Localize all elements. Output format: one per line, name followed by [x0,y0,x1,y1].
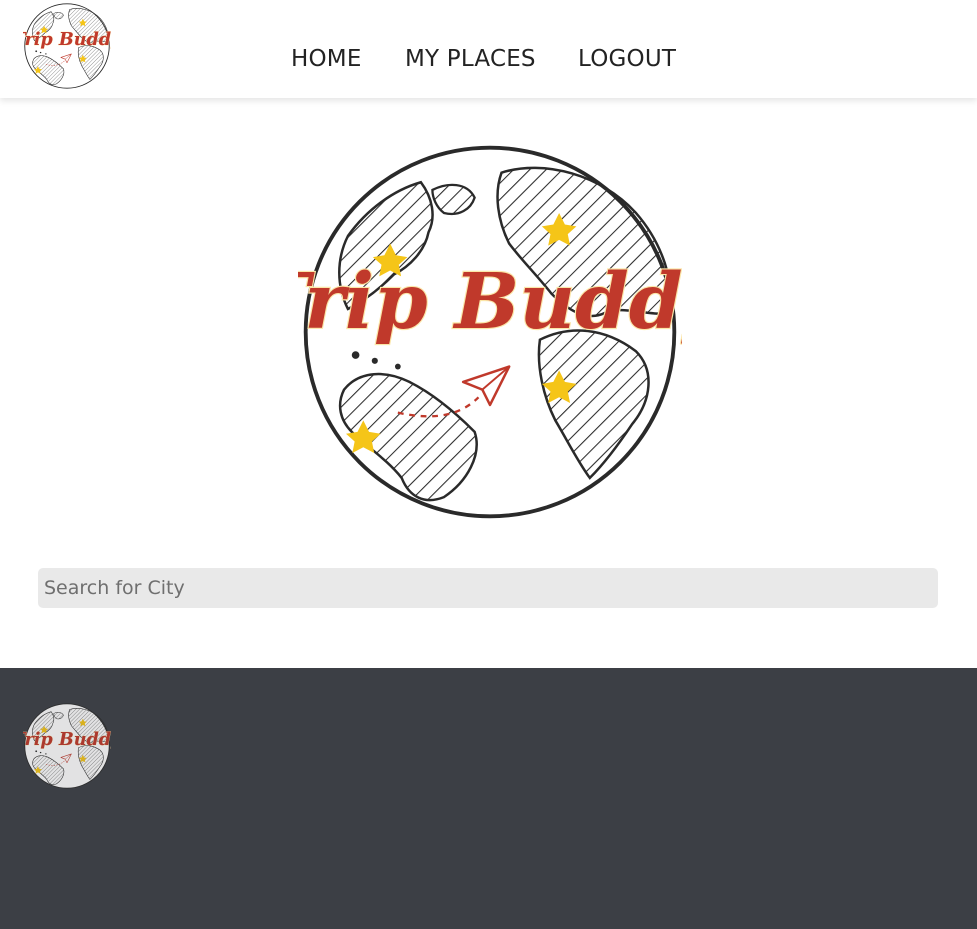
hero-logo [298,140,682,524]
nav-my-places-link[interactable]: MY PLACES [405,42,536,76]
nav-logout-link[interactable]: LOGOUT [578,42,676,76]
city-search [38,568,938,608]
site-header: HOME MY PLACES LOGOUT [0,0,977,98]
site-footer [0,668,977,929]
main-nav: HOME MY PLACES LOGOUT [0,42,977,78]
footer-logo [23,702,111,790]
city-search-input[interactable] [38,568,938,608]
nav-home-link[interactable]: HOME [291,42,362,76]
